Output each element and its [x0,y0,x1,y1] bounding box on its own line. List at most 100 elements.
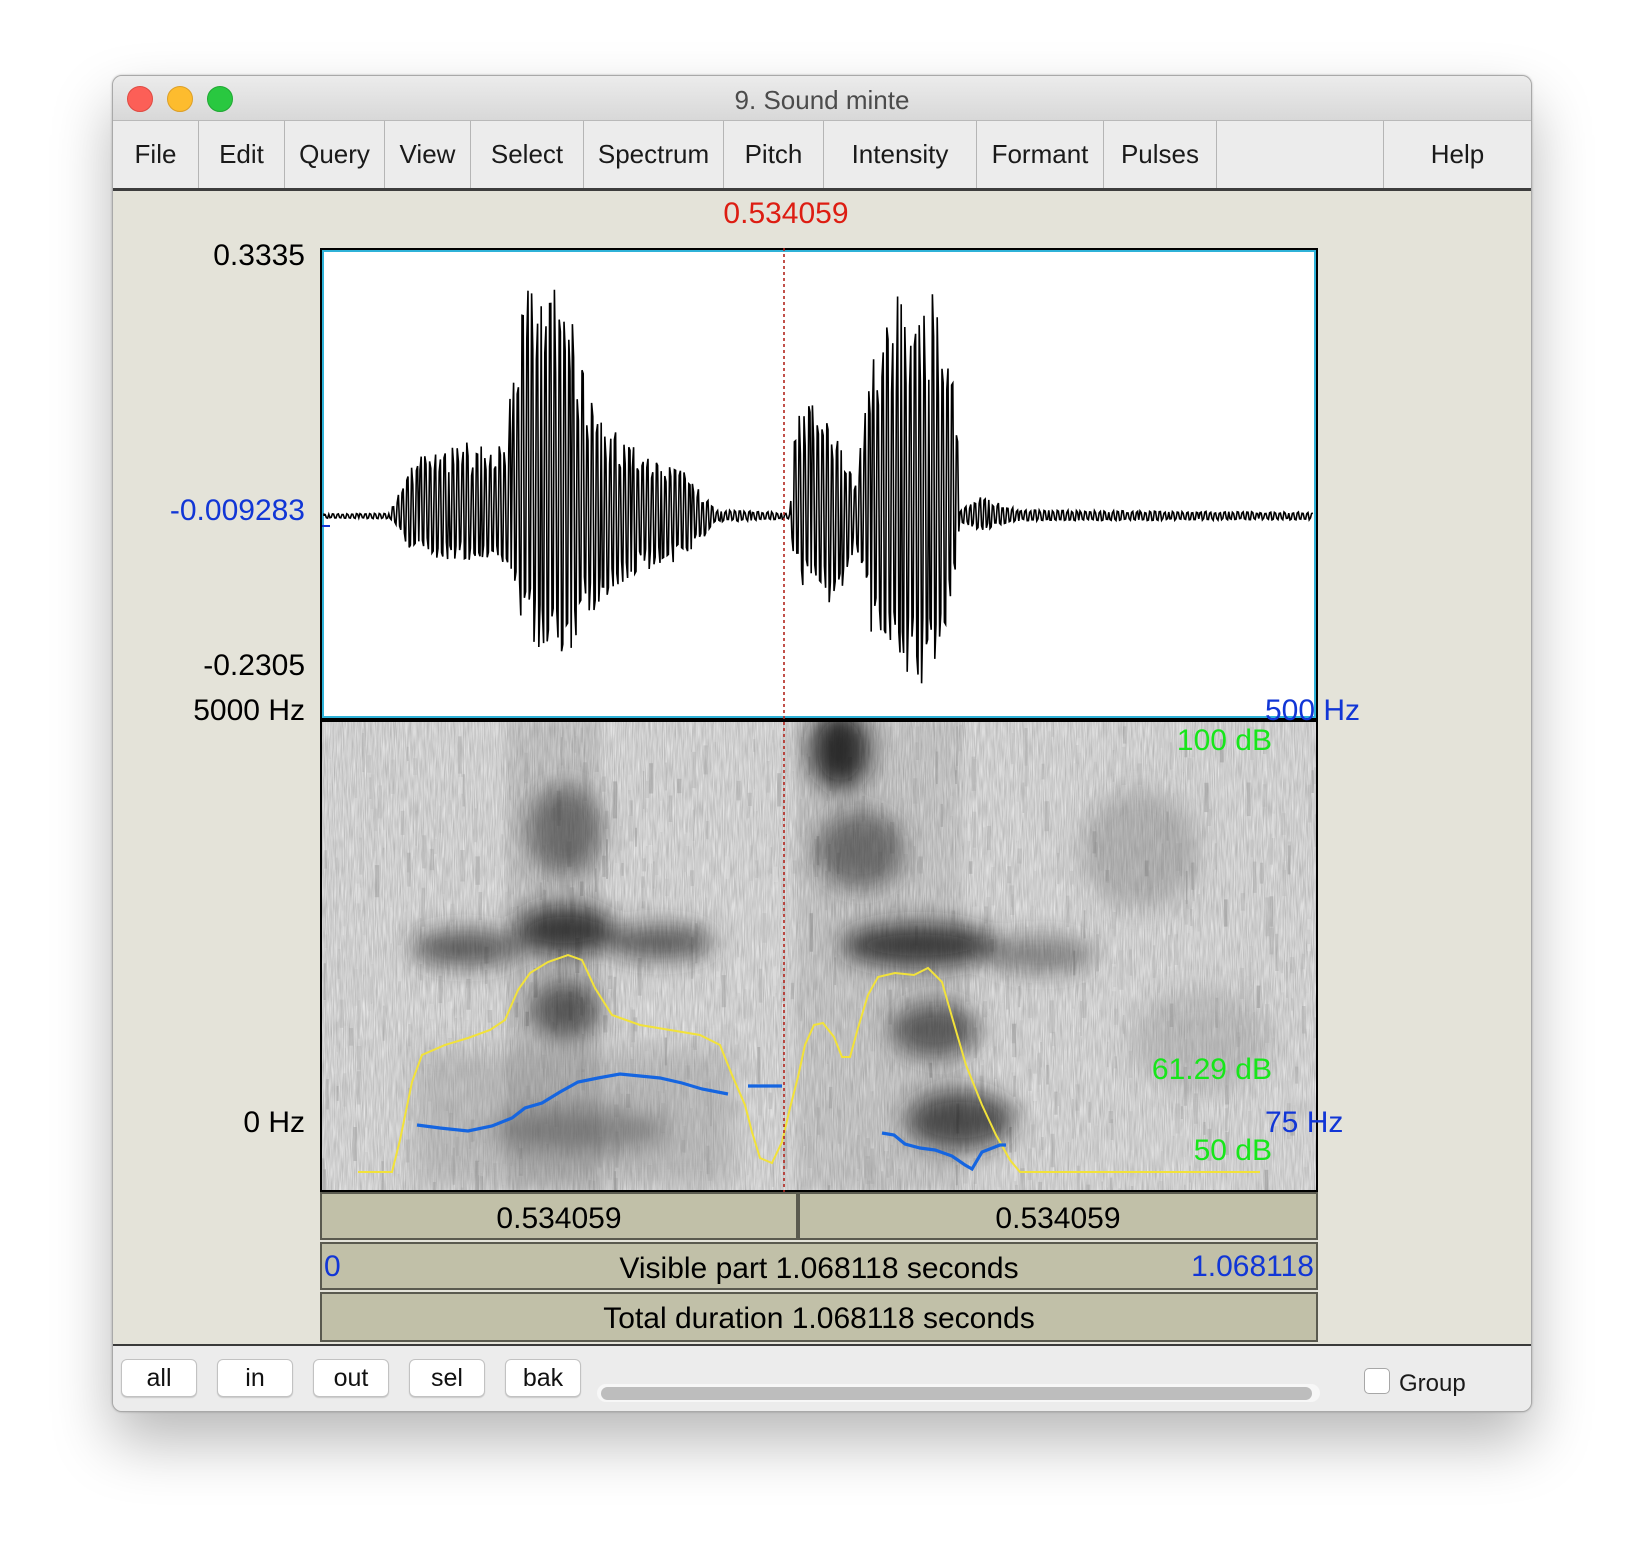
spectrogram-speckle [1111,963,1116,992]
bottom-toolbar: all in out sel bak Group [113,1344,1531,1411]
spectrogram-speckle [747,971,751,990]
menu-select[interactable]: Select [471,121,584,188]
spectrogram-speckle [415,810,418,846]
spectrogram-speckle [774,965,777,994]
spectrogram-speckle [724,856,729,879]
menu-pulses[interactable]: Pulses [1104,121,1217,188]
menu-edit[interactable]: Edit [199,121,285,188]
spectrogram-striation [806,722,808,1190]
spectrogram-speckle [642,858,646,872]
spectrogram-speckle [337,948,341,979]
spectrogram-speckle [1114,1008,1118,1025]
spectrogram-speckle [1051,1031,1056,1047]
spectrogram-speckle [1240,893,1245,911]
spectrogram-speckle [1113,912,1116,937]
menu-view[interactable]: View [385,121,471,188]
spectrogram-speckle [1070,870,1074,885]
spectrogram-speckle [635,827,637,847]
spectrogram-speckle [991,867,996,906]
spectrogram-speckle [929,1062,933,1078]
zoom-in-button[interactable]: in [217,1359,293,1397]
scrollbar-thumb[interactable] [601,1387,1312,1400]
spectrogram-speckle [343,905,346,927]
spectrogram-speckle [766,761,770,793]
spectrogram-speckle [1200,778,1204,804]
spectrogram-speckle [628,815,633,842]
spectrogram-speckle [963,827,967,853]
spectrogram-speckle [397,945,402,982]
spectrogram-speckle [677,778,682,794]
spectrogram-speckle [808,756,811,776]
spectrogram-striation [872,722,874,1190]
spectrogram-speckle [362,921,366,936]
spectrogram-striation [824,722,826,1190]
title-bar: 9. Sound minte [113,76,1531,121]
spectrogram-speckle [1080,1001,1082,1036]
menu-formant[interactable]: Formant [977,121,1104,188]
spectrogram-speckle [1301,953,1305,970]
menu-pitch[interactable]: Pitch [724,121,824,188]
spectrogram-speckle [1046,1064,1049,1085]
spectrogram-speckle [466,978,471,1010]
waveform-panel[interactable] [320,248,1318,720]
spectrogram-speckle [1307,784,1312,823]
segment-left-bar[interactable]: 0.534059 [320,1192,798,1240]
visible-part-bar[interactable]: 0 Visible part 1.068118 seconds 1.068118 [320,1242,1318,1290]
spectrogram-speckle [356,1071,361,1105]
spectrogram-striation [938,722,940,1190]
spectrogram-striation [944,722,946,1190]
spectrogram-speckle [712,1025,715,1050]
spectrogram-speckle [529,952,534,983]
spectrogram-speckle [758,1090,762,1116]
spectrogram-speckle [803,1123,806,1146]
total-duration-bar[interactable]: Total duration 1.068118 seconds [320,1292,1318,1342]
menu-query[interactable]: Query [285,121,385,188]
spectrogram-speckle [982,827,987,855]
group-checkbox[interactable] [1364,1368,1390,1394]
spectrogram-speckle [637,958,642,996]
spectrogram-speckle [460,850,465,882]
spectrogram-speckle [406,872,410,902]
spectrogram-striation [884,722,886,1190]
spectrogram-speckle [898,1168,901,1190]
menu-intensity[interactable]: Intensity [824,121,977,188]
zoom-back-button[interactable]: bak [505,1359,581,1397]
spectrogram-speckle [1052,1171,1057,1188]
spectrogram-speckle [458,736,462,774]
waveform-min-label: -0.2305 [203,649,305,682]
spectrogram-freq-min-label: 0 Hz [243,1106,305,1139]
spectrogram-speckle [1260,862,1264,884]
spectrogram-speckle [867,1180,872,1190]
spectrogram-speckle [475,856,480,885]
spectrogram-speckle [791,754,797,772]
menu-file[interactable]: File [113,121,199,188]
spectrogram-speckle [987,1156,991,1186]
spectrogram-speckle [613,976,617,1015]
spectrogram-speckle [1180,1106,1183,1120]
zoom-out-button[interactable]: out [313,1359,389,1397]
menu-help[interactable]: Help [1383,121,1531,188]
spectrogram-speckle [353,969,359,1006]
spectrogram-speckle [628,1184,631,1190]
horizontal-scrollbar[interactable] [597,1384,1320,1402]
spectrogram-speckle [994,1046,997,1079]
spectrogram-speckle [343,1025,348,1048]
spectrogram-striation [914,722,916,1190]
spectrogram-panel[interactable]: 100 dB 61.29 dB 50 dB [320,720,1318,1192]
spectrogram-speckle [710,857,715,876]
spectrogram-speckle [649,763,654,794]
menu-spectrum[interactable]: Spectrum [584,121,724,188]
spectrogram-speckle [1245,873,1248,903]
segment-right-bar[interactable]: 0.534059 [798,1192,1318,1240]
spectrogram-speckle [777,881,782,916]
spectrogram-speckle [340,789,342,819]
spectrogram-speckle [694,848,700,888]
spectrogram-speckle [1289,957,1295,974]
zoom-selection-button[interactable]: sel [409,1359,485,1397]
spectrogram-speckle [1248,946,1254,981]
spectrogram-speckle [349,1028,354,1046]
spectrogram-speckle [788,1148,793,1169]
spectrogram-speckle [969,861,973,874]
zoom-all-button[interactable]: all [121,1359,197,1397]
cursor-time-label: 0.534059 [723,197,849,230]
